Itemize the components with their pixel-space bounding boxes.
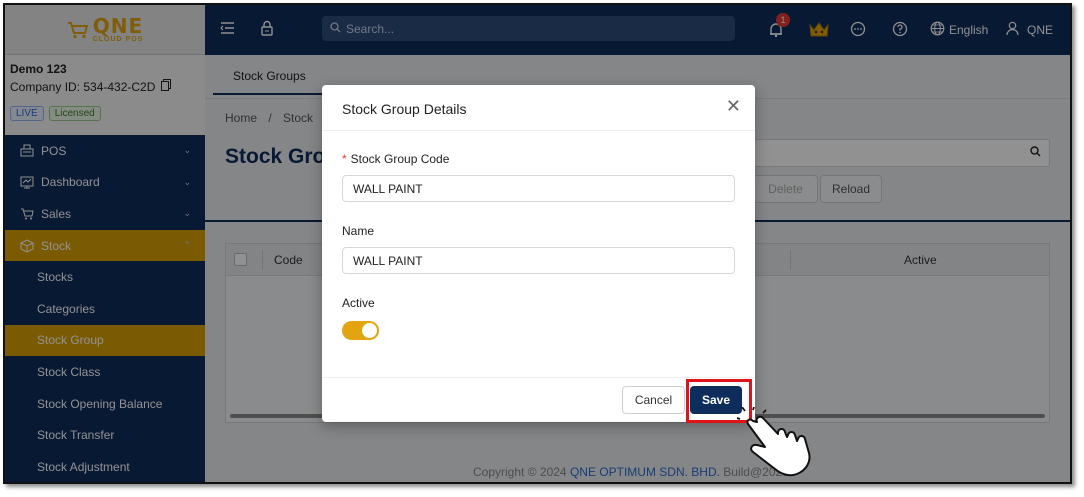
stock-group-code-label: * Stock Group Code: [342, 152, 450, 166]
toggle-knob: [362, 323, 377, 338]
name-label: Name: [342, 224, 375, 238]
stock-group-code-input[interactable]: [343, 176, 734, 201]
required-asterisk: *: [342, 152, 347, 166]
pointer-hand-icon: [737, 407, 811, 477]
close-icon[interactable]: ✕: [726, 97, 741, 115]
active-toggle[interactable]: [342, 321, 379, 340]
name-field[interactable]: [342, 247, 735, 274]
name-input[interactable]: [343, 248, 734, 273]
stock-group-code-field[interactable]: [342, 175, 735, 202]
cancel-button[interactable]: Cancel: [622, 386, 685, 414]
app-window: QNE CLOUD POS Demo 123 Company ID: 534-4…: [3, 3, 1072, 484]
active-label: Active: [342, 296, 375, 310]
stock-group-details-dialog: Stock Group Details ✕ * Stock Group Code …: [322, 85, 755, 422]
dialog-title: Stock Group Details: [342, 101, 467, 117]
